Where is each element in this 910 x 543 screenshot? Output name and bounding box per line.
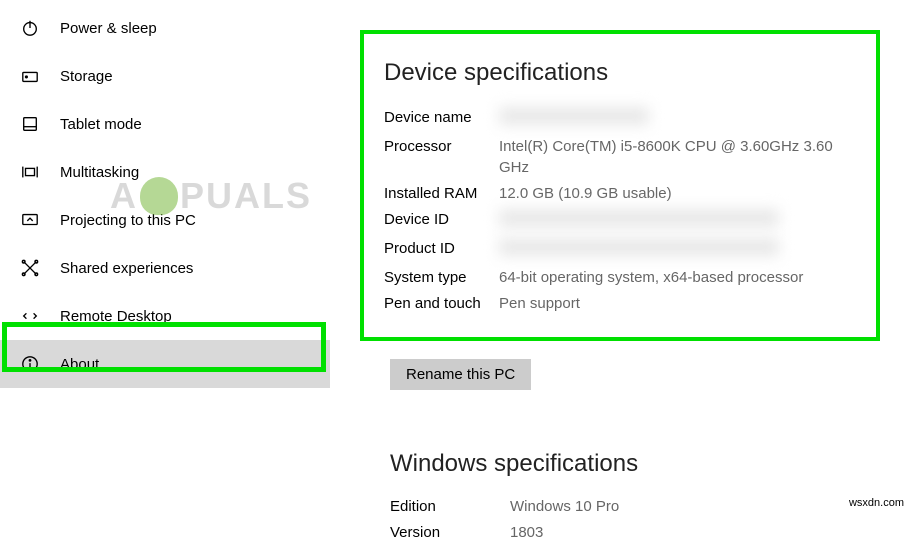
sidebar-item-tablet-mode[interactable]: Tablet mode (0, 100, 330, 148)
spec-row-product-id: Product ID (384, 238, 856, 262)
sidebar-item-power-sleep[interactable]: Power & sleep (0, 4, 330, 52)
spec-label: Device ID (384, 209, 499, 230)
spec-value-ram: 12.0 GB (10.9 GB usable) (499, 183, 856, 204)
sidebar-item-label: Shared experiences (60, 260, 193, 277)
spec-label: Product ID (384, 238, 499, 259)
spec-label: Installed RAM (384, 183, 499, 204)
sidebar-item-label: Tablet mode (60, 116, 142, 133)
sidebar-item-label: About (60, 356, 99, 373)
spec-value-pen-touch: Pen support (499, 293, 856, 314)
sidebar-item-shared-experiences[interactable]: Shared experiences (0, 244, 330, 292)
tablet-icon (20, 114, 40, 134)
sidebar-item-label: Power & sleep (60, 20, 157, 37)
spec-value-edition: Windows 10 Pro (510, 496, 880, 517)
sidebar-item-storage[interactable]: Storage (0, 52, 330, 100)
spec-label: System type (384, 267, 499, 288)
spec-row-pen-touch: Pen and touch Pen support (384, 293, 856, 314)
power-icon (20, 18, 40, 38)
spec-row-ram: Installed RAM 12.0 GB (10.9 GB usable) (384, 183, 856, 204)
spec-label: Version (390, 522, 510, 543)
about-icon (20, 354, 40, 374)
spec-label: Edition (390, 496, 510, 517)
windows-specs-heading: Windows specifications (390, 450, 880, 478)
spec-value-product-id (499, 238, 856, 262)
projecting-icon (20, 210, 40, 230)
storage-icon (20, 66, 40, 86)
remote-desktop-icon (20, 306, 40, 326)
spec-row-system-type: System type 64-bit operating system, x64… (384, 267, 856, 288)
watermark: APUALS (110, 175, 312, 217)
shared-icon (20, 258, 40, 278)
spec-value-version: 1803 (510, 522, 880, 543)
spec-row-device-name: Device name (384, 107, 856, 131)
spec-label: Pen and touch (384, 293, 499, 314)
rename-pc-button[interactable]: Rename this PC (390, 359, 531, 390)
spec-row-processor: Processor Intel(R) Core(TM) i5-8600K CPU… (384, 136, 856, 178)
multitasking-icon (20, 162, 40, 182)
windows-specifications-section: Windows specifications Edition Windows 1… (390, 450, 880, 543)
spec-row-version: Version 1803 (390, 522, 880, 543)
sidebar-item-remote-desktop[interactable]: Remote Desktop (0, 292, 330, 340)
spec-value-device-name (499, 107, 856, 131)
device-specs-heading: Device specifications (384, 59, 856, 87)
spec-label: Processor (384, 136, 499, 157)
spec-value-device-id (499, 209, 856, 233)
spec-value-processor: Intel(R) Core(TM) i5-8600K CPU @ 3.60GHz… (499, 136, 856, 178)
main-content: Device specifications Device name Proces… (330, 0, 910, 511)
attribution: wsxdn.com (849, 497, 904, 509)
sidebar-item-label: Remote Desktop (60, 308, 172, 325)
spec-row-device-id: Device ID (384, 209, 856, 233)
spec-value-system-type: 64-bit operating system, x64-based proce… (499, 267, 856, 288)
device-specifications-section: Device specifications Device name Proces… (360, 30, 880, 341)
spec-row-edition: Edition Windows 10 Pro (390, 496, 880, 517)
sidebar: Power & sleep Storage Tablet mode Multit… (0, 0, 330, 511)
sidebar-item-label: Storage (60, 68, 113, 85)
spec-label: Device name (384, 107, 499, 128)
sidebar-item-about[interactable]: About (0, 340, 330, 388)
